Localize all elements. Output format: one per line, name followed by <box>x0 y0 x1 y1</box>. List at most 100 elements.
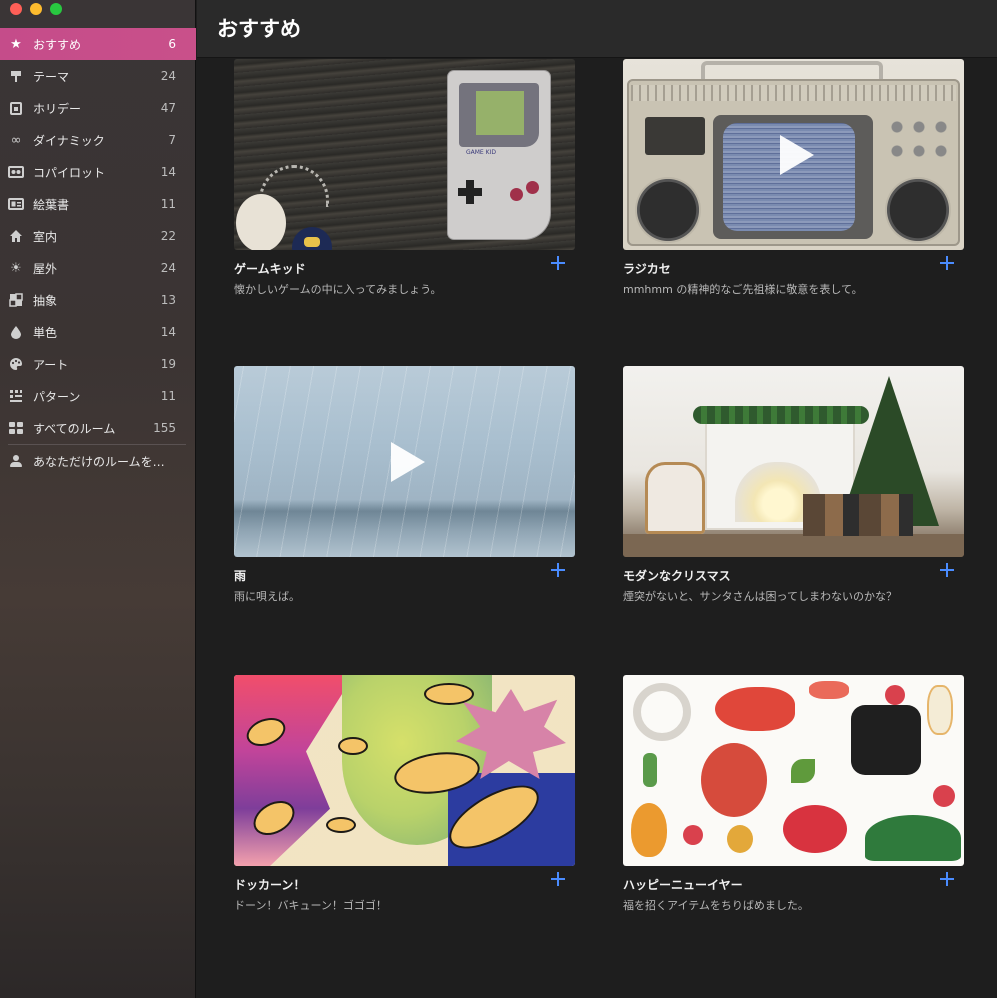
sidebar-nav: ★ おすすめ 6 テーマ 24 ホリデー 47 ∞ ダイナミック 7 コパイロッ… <box>0 28 196 477</box>
room-description: 雨に唄えば。 <box>234 590 300 603</box>
debris-shape <box>424 683 474 705</box>
kagami-mochi-image <box>927 685 953 735</box>
sidebar-item-count: 11 <box>160 389 176 403</box>
sidebar-item-outdoor[interactable]: ☀ 屋外 24 <box>0 252 196 284</box>
sidebar-item-count: 14 <box>160 325 176 339</box>
chair-image <box>645 462 705 534</box>
daruma-image <box>701 743 767 817</box>
spinning-top-image <box>727 825 753 853</box>
sidebar: ★ おすすめ 6 テーマ 24 ホリデー 47 ∞ ダイナミック 7 コパイロッ… <box>0 0 196 998</box>
sidebar-item-count: 24 <box>160 261 176 275</box>
boombox-knobs <box>885 115 951 171</box>
room-card-rain[interactable]: 雨 雨に唄えば。 <box>234 366 575 603</box>
horse-image <box>851 705 921 775</box>
play-icon <box>390 441 425 482</box>
house-icon <box>8 228 24 244</box>
speaker-right <box>885 177 951 243</box>
play-icon <box>779 134 814 175</box>
pine-image <box>865 815 961 861</box>
room-card-christmas[interactable]: モダンなクリスマス 煙突がないと、サンタさんは困ってしまわないのかな？ <box>623 366 964 603</box>
sidebar-item-holiday[interactable]: ホリデー 47 <box>0 92 196 124</box>
plum-flower-image <box>683 825 703 845</box>
add-room-button[interactable] <box>938 870 956 888</box>
burst-shape <box>234 675 354 866</box>
sidebar-item-count: 22 <box>160 229 176 243</box>
sidebar-item-dynamic[interactable]: ∞ ダイナミック 7 <box>0 124 196 156</box>
console-button <box>526 181 539 194</box>
sea-bream-image <box>715 687 795 731</box>
window-controls <box>10 3 62 15</box>
sidebar-item-count: 6 <box>168 37 176 51</box>
calendar-icon <box>8 100 24 116</box>
sidebar-item-count: 47 <box>160 101 176 115</box>
cassette-deck <box>645 117 705 155</box>
minimize-window-button[interactable] <box>30 3 42 15</box>
sidebar-item-theme[interactable]: テーマ 24 <box>0 60 196 92</box>
sidebar-item-label: 抽象 <box>33 293 58 308</box>
room-thumbnail[interactable]: GAME KID <box>234 59 575 250</box>
pattern-icon <box>8 388 24 404</box>
console-button <box>510 188 523 201</box>
dango-image <box>643 753 657 787</box>
add-room-button[interactable] <box>938 254 956 272</box>
sidebar-item-create-room[interactable]: あなただけのルームを… <box>0 445 196 477</box>
room-card-dokkan[interactable]: ドッカーン！ ドーン！バキューン！ゴゴゴ！ <box>234 675 575 912</box>
room-thumbnail[interactable] <box>623 675 964 866</box>
room-description: 福を招くアイテムをちりばめました。 <box>623 899 809 912</box>
debris-shape <box>338 737 368 755</box>
debris-shape <box>326 817 356 833</box>
sidebar-item-postcard[interactable]: 絵葉書 11 <box>0 188 196 220</box>
close-window-button[interactable] <box>10 3 22 15</box>
room-thumbnail[interactable] <box>234 675 575 866</box>
keychain-image <box>236 194 286 250</box>
sidebar-item-label: 単色 <box>33 325 58 340</box>
sidebar-item-art[interactable]: アート 19 <box>0 348 196 380</box>
console-screen-bezel <box>459 83 539 147</box>
keychain-image <box>292 227 332 250</box>
sidebar-item-copilot[interactable]: コパイロット 14 <box>0 156 196 188</box>
room-title: ハッピーニューイヤー <box>623 878 743 892</box>
sidebar-item-label: ホリデー <box>33 101 82 116</box>
floor-image <box>623 534 964 557</box>
person-icon <box>8 453 24 469</box>
room-card-gamekid[interactable]: GAME KID ゲームキッド 懐かしいゲームの中に入ってみましょう。 <box>234 59 575 296</box>
sidebar-item-label: 屋外 <box>33 261 58 276</box>
room-thumbnail[interactable] <box>623 366 964 557</box>
sidebar-item-indoor[interactable]: 室内 22 <box>0 220 196 252</box>
sidebar-item-monochrome[interactable]: 単色 14 <box>0 316 196 348</box>
drop-icon <box>8 324 24 340</box>
room-card-radio[interactable]: ラジカセ mmhmm の精神的なご先祖様に敬意を表して。 <box>623 59 964 296</box>
people-icon <box>8 164 24 180</box>
sidebar-item-pattern[interactable]: パターン 11 <box>0 380 196 412</box>
sidebar-item-recommended[interactable]: ★ おすすめ 6 <box>0 28 196 60</box>
room-description: 煙突がないと、サンタさんは困ってしまわないのかな？ <box>623 590 898 603</box>
add-room-button[interactable] <box>549 870 567 888</box>
speaker-left <box>635 177 701 243</box>
sidebar-item-all-rooms[interactable]: すべてのルーム 155 <box>0 412 196 444</box>
palette-icon <box>8 356 24 372</box>
sidebar-item-label: 絵葉書 <box>33 197 70 212</box>
add-room-button[interactable] <box>549 254 567 272</box>
console-brand: GAME KID <box>466 149 496 156</box>
room-description: mmhmm の精神的なご先祖様に敬意を表して。 <box>623 283 863 296</box>
gifts-image <box>803 494 913 536</box>
room-card-newyear[interactable]: ハッピーニューイヤー 福を招くアイテムをちりばめました。 <box>623 675 964 912</box>
room-description: ドーン！バキューン！ゴゴゴ！ <box>234 899 387 912</box>
room-title: ラジカセ <box>623 262 671 276</box>
sidebar-item-abstract[interactable]: 抽象 13 <box>0 284 196 316</box>
room-title: ゲームキッド <box>234 262 306 276</box>
add-room-button[interactable] <box>549 561 567 579</box>
header: おすすめ <box>197 0 997 58</box>
sun-icon: ☀ <box>10 260 22 276</box>
sidebar-item-label: テーマ <box>33 69 70 84</box>
room-thumbnail[interactable] <box>623 59 964 250</box>
sidebar-item-label: すべてのルーム <box>33 421 116 436</box>
maximize-window-button[interactable] <box>50 3 62 15</box>
room-thumbnail[interactable] <box>234 366 575 557</box>
console-screen <box>476 91 524 135</box>
room-description: 懐かしいゲームの中に入ってみましょう。 <box>234 283 442 296</box>
sidebar-item-count: 24 <box>160 69 176 83</box>
main-content: おすすめ GAME KID ゲームキッド 懐かしいゲームの中に入ってみましょう。 <box>197 0 997 998</box>
add-room-button[interactable] <box>938 561 956 579</box>
sidebar-item-count: 155 <box>153 421 176 435</box>
